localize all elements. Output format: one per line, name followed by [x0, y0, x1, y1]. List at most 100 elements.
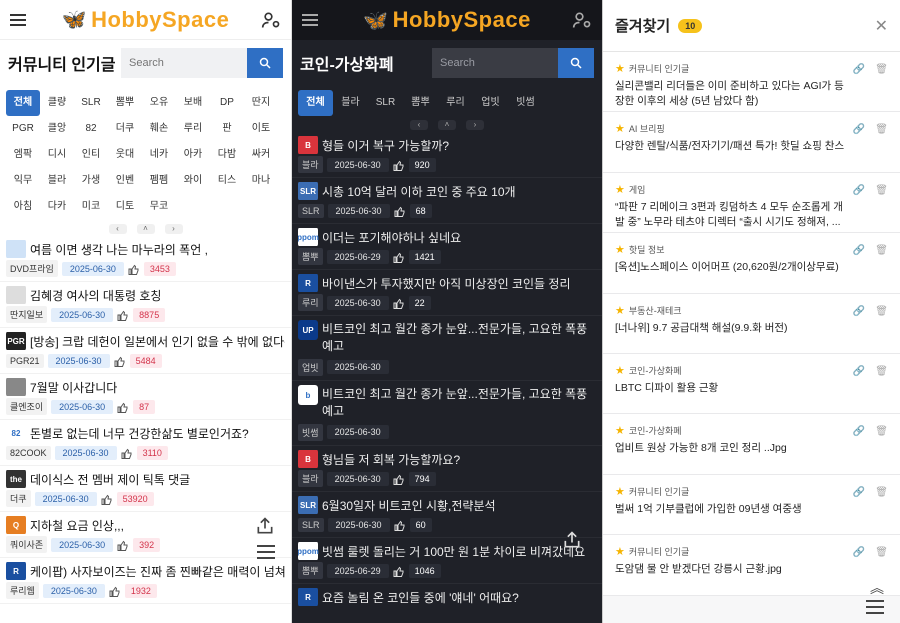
tag-29[interactable]: 와이 — [176, 168, 210, 194]
favorite-item[interactable]: ★ 코인-가상화폐 LBTC 디파이 활용 근황 🔗 🗑 — [603, 353, 900, 415]
floating-menu-icon[interactable] — [866, 600, 884, 614]
post-title[interactable]: 데이식스 전 멤버 제이 틱톡 댓글 — [30, 471, 190, 488]
tag-13[interactable]: 루리 — [176, 116, 210, 142]
list-item[interactable]: 82 돈별로 없는데 너무 건강한삶도 별로인거죠? 82COOK 2025-06-3… — [0, 420, 291, 466]
list-item[interactable]: R 바이낸스가 투자했지만 아직 미상장인 코인들 정리 루리 2025-06-30 2… — [292, 270, 602, 316]
list-item[interactable]: PGR [방송] 크랍 데헌이 일본에서 인기 없을 수 밖에 없다는 PGR21 2… — [0, 328, 291, 374]
post-title[interactable]: 비트코인 최고 월간 종가 눈앞...전문가들, 고요한 폭풍 예고 — [322, 385, 596, 419]
favorite-item[interactable]: ★ 코인-가상화폐 업비트 원상 가능한 8개 코인 정리 ..Jpg 🔗 🗑 — [603, 414, 900, 475]
tag-33[interactable]: 다카 — [40, 194, 74, 220]
search-button[interactable] — [558, 48, 594, 78]
list-item[interactable]: R 요즘 놀림 온 코인들 중에 '얘네' 어때요? — [292, 584, 602, 623]
post-title[interactable]: 김혜경 여사의 대통령 호칭 — [30, 287, 161, 304]
favorite-title[interactable]: 업비트 원상 가능한 8개 코인 정리 ..Jpg — [615, 441, 845, 456]
tag-32[interactable]: 아침 — [6, 194, 40, 220]
tag-8[interactable]: PGR — [6, 116, 40, 142]
favorite-title[interactable]: [옥션]노스페이스 이어머프 (20,620원/2개이상무료) — [615, 260, 845, 275]
trash-icon[interactable]: 🗑 — [875, 245, 888, 256]
tag-7[interactable]: 딴지 — [244, 90, 278, 116]
share-icon[interactable] — [255, 516, 275, 536]
tag-30[interactable]: 티스 — [210, 168, 244, 194]
trash-icon[interactable]: 🗑 — [875, 487, 888, 498]
tag-15[interactable]: 이토 — [244, 116, 278, 142]
favorite-title[interactable]: 다양한 렌탈/식품/전자기기/패션 특가! 핫딜 쇼핑 찬스 — [615, 139, 845, 154]
search-input[interactable] — [432, 48, 558, 78]
list-item[interactable]: UP 비트코인 최고 월간 종가 눈앞...전문가들, 고요한 폭풍 예고 업빗 20… — [292, 316, 602, 381]
favorite-item[interactable]: ★ 커뮤니티 인기글 도암댐 물 안 받겠다던 강릉시 근황.jpg 🔗 🗑 — [603, 535, 900, 596]
tag-5[interactable]: 보배 — [176, 90, 210, 116]
tag-2[interactable]: SLR — [368, 90, 403, 116]
tag-10[interactable]: 82 — [74, 116, 108, 142]
tag-12[interactable]: 훼손 — [142, 116, 176, 142]
tag-2[interactable]: SLR — [74, 90, 108, 116]
list-item[interactable]: SLR 6월30일자 비트코인 시황,전략분석 SLR 2025-06-30 60 — [292, 492, 602, 538]
post-title[interactable]: 여름 이면 생각 나는 마누라의 폭언 , — [30, 241, 208, 258]
tag-28[interactable]: 펨펨 — [142, 168, 176, 194]
tag-35[interactable]: 디토 — [108, 194, 142, 220]
tag-22[interactable]: 다밤 — [210, 142, 244, 168]
post-title[interactable]: 요즘 놀림 온 코인들 중에 '얘네' 어때요? — [322, 589, 519, 606]
search-input[interactable] — [121, 48, 247, 78]
favorite-item[interactable]: ★ 커뮤니티 인기글 실리콘밸리 리더들은 이미 준비하고 있다는 AGI가 등장한… — [603, 52, 900, 113]
tag-0[interactable]: 전체 — [298, 90, 333, 116]
tag-34[interactable]: 미코 — [74, 194, 108, 220]
tag-14[interactable]: 판 — [210, 116, 244, 142]
trash-icon[interactable]: 🗑 — [875, 366, 888, 377]
trash-icon[interactable]: 🗑 — [875, 306, 888, 317]
link-icon[interactable]: 🔗 — [853, 306, 865, 317]
tag-26[interactable]: 가생 — [74, 168, 108, 194]
tag-9[interactable]: 클앙 — [40, 116, 74, 142]
tag-0[interactable]: 전체 — [6, 90, 40, 116]
list-item[interactable]: the 데이식스 전 멤버 제이 틱톡 댓글 더쿠 2025-06-30 53920 — [0, 466, 291, 512]
post-title[interactable]: 6월30일자 비트코인 시황,전략분석 — [322, 497, 496, 514]
post-title[interactable]: 바이낸스가 투자했지만 아직 미상장인 코인들 정리 — [322, 275, 571, 292]
favorite-item[interactable]: ★ 핫딜 정보 [옥션]노스페이스 이어머프 (20,620원/2개이상무료) 🔗 🗑 — [603, 233, 900, 294]
link-icon[interactable]: 🔗 — [853, 64, 865, 75]
tag-3[interactable]: 뽐뿌 — [403, 90, 438, 116]
tag-6[interactable]: 빗썸 — [508, 90, 543, 116]
tag-19[interactable]: 웃대 — [108, 142, 142, 168]
tag-18[interactable]: 인티 — [74, 142, 108, 168]
favorite-title[interactable]: 실리콘밸리 리더들은 이미 준비하고 있다는 AGI가 등장한 이후의 세상 (… — [615, 79, 845, 109]
brand-logo[interactable]: 🦋 HobbySpace — [363, 7, 531, 33]
list-item[interactable]: 여름 이면 생각 나는 마누라의 폭언 , DVD프라임 2025-06-30 345… — [0, 236, 291, 282]
link-icon[interactable]: 🔗 — [853, 366, 865, 377]
trash-icon[interactable]: 🗑 — [875, 124, 888, 135]
link-icon[interactable]: 🔗 — [853, 487, 865, 498]
trash-icon[interactable]: 🗑 — [875, 185, 888, 196]
list-item[interactable]: ppom 이더는 포기해야하나 싶네요 뽐뿌 2025-06-29 1421 — [292, 224, 602, 270]
link-icon[interactable]: 🔗 — [853, 124, 865, 135]
list-item[interactable]: Q 지하철 요금 인상,,, 쿼이사존 2025-06-30 392 — [0, 512, 291, 558]
post-title[interactable]: 7월말 이사갑니다 — [30, 379, 117, 396]
hamburger-menu-icon[interactable] — [10, 13, 26, 26]
link-icon[interactable]: 🔗 — [853, 245, 865, 256]
brand-logo[interactable]: 🦋 HobbySpace — [62, 7, 230, 33]
tag-4[interactable]: 루리 — [438, 90, 473, 116]
post-title[interactable]: [방송] 크랍 데헌이 일본에서 인기 없을 수 밖에 없다는 — [30, 333, 285, 350]
list-item[interactable]: 7월말 이사갑니다 클엔조이 2025-06-30 87 — [0, 374, 291, 420]
search-button[interactable] — [247, 48, 283, 78]
favorite-title[interactable]: [너나위] 9.7 공급대책 해설(9.9.화 버전) — [615, 321, 845, 336]
close-icon[interactable]: ✕ — [875, 16, 888, 36]
tag-17[interactable]: 디시 — [40, 142, 74, 168]
tag-16[interactable]: 엠팍 — [6, 142, 40, 168]
favorite-title[interactable]: LBTC 디파이 활용 근황 — [615, 381, 845, 396]
tag-36[interactable]: 무코 — [142, 194, 176, 220]
post-title[interactable]: 비트코인 최고 월간 종가 눈앞...전문가들, 고요한 폭풍 예고 — [322, 320, 596, 354]
post-title[interactable]: 이더는 포기해야하나 싶네요 — [322, 229, 461, 246]
tag-1[interactable]: 블라 — [333, 90, 368, 116]
scroll-top-icon[interactable]: ︽ — [870, 578, 884, 598]
trash-icon[interactable]: 🗑 — [875, 64, 888, 75]
chevron-up-icon[interactable]: ˄ — [136, 224, 155, 234]
favorite-item[interactable]: ★ AI 브리핑 다양한 렌탈/식품/전자기기/패션 특가! 핫딜 쇼핑 찬스 🔗 🗑 — [603, 112, 900, 173]
post-title[interactable]: 형님들 저 회복 가능할까요? — [322, 451, 460, 468]
link-icon[interactable]: 🔗 — [853, 547, 865, 558]
favorite-item[interactable]: ★ 게임 “파판 7 리메이크 3편과 킹덤하츠 4 모두 순조롭게 개발 중” 노… — [603, 172, 900, 234]
tag-21[interactable]: 아카 — [176, 142, 210, 168]
list-item[interactable]: 김혜경 여사의 대통령 호칭 딴지일보 2025-06-30 8875 — [0, 282, 291, 328]
post-title[interactable]: 시총 10억 달러 이하 코인 중 주요 10개 — [322, 183, 516, 200]
post-title[interactable]: 돈별로 없는데 너무 건강한삶도 별로인거죠? — [30, 425, 249, 442]
post-title[interactable]: 지하철 요금 인상,,, — [30, 517, 124, 534]
list-item[interactable]: B 형님들 저 회복 가능할까요? 블라 2025-06-30 794 — [292, 446, 602, 492]
post-title[interactable]: 형들 이거 복구 가능할까? — [322, 137, 449, 154]
